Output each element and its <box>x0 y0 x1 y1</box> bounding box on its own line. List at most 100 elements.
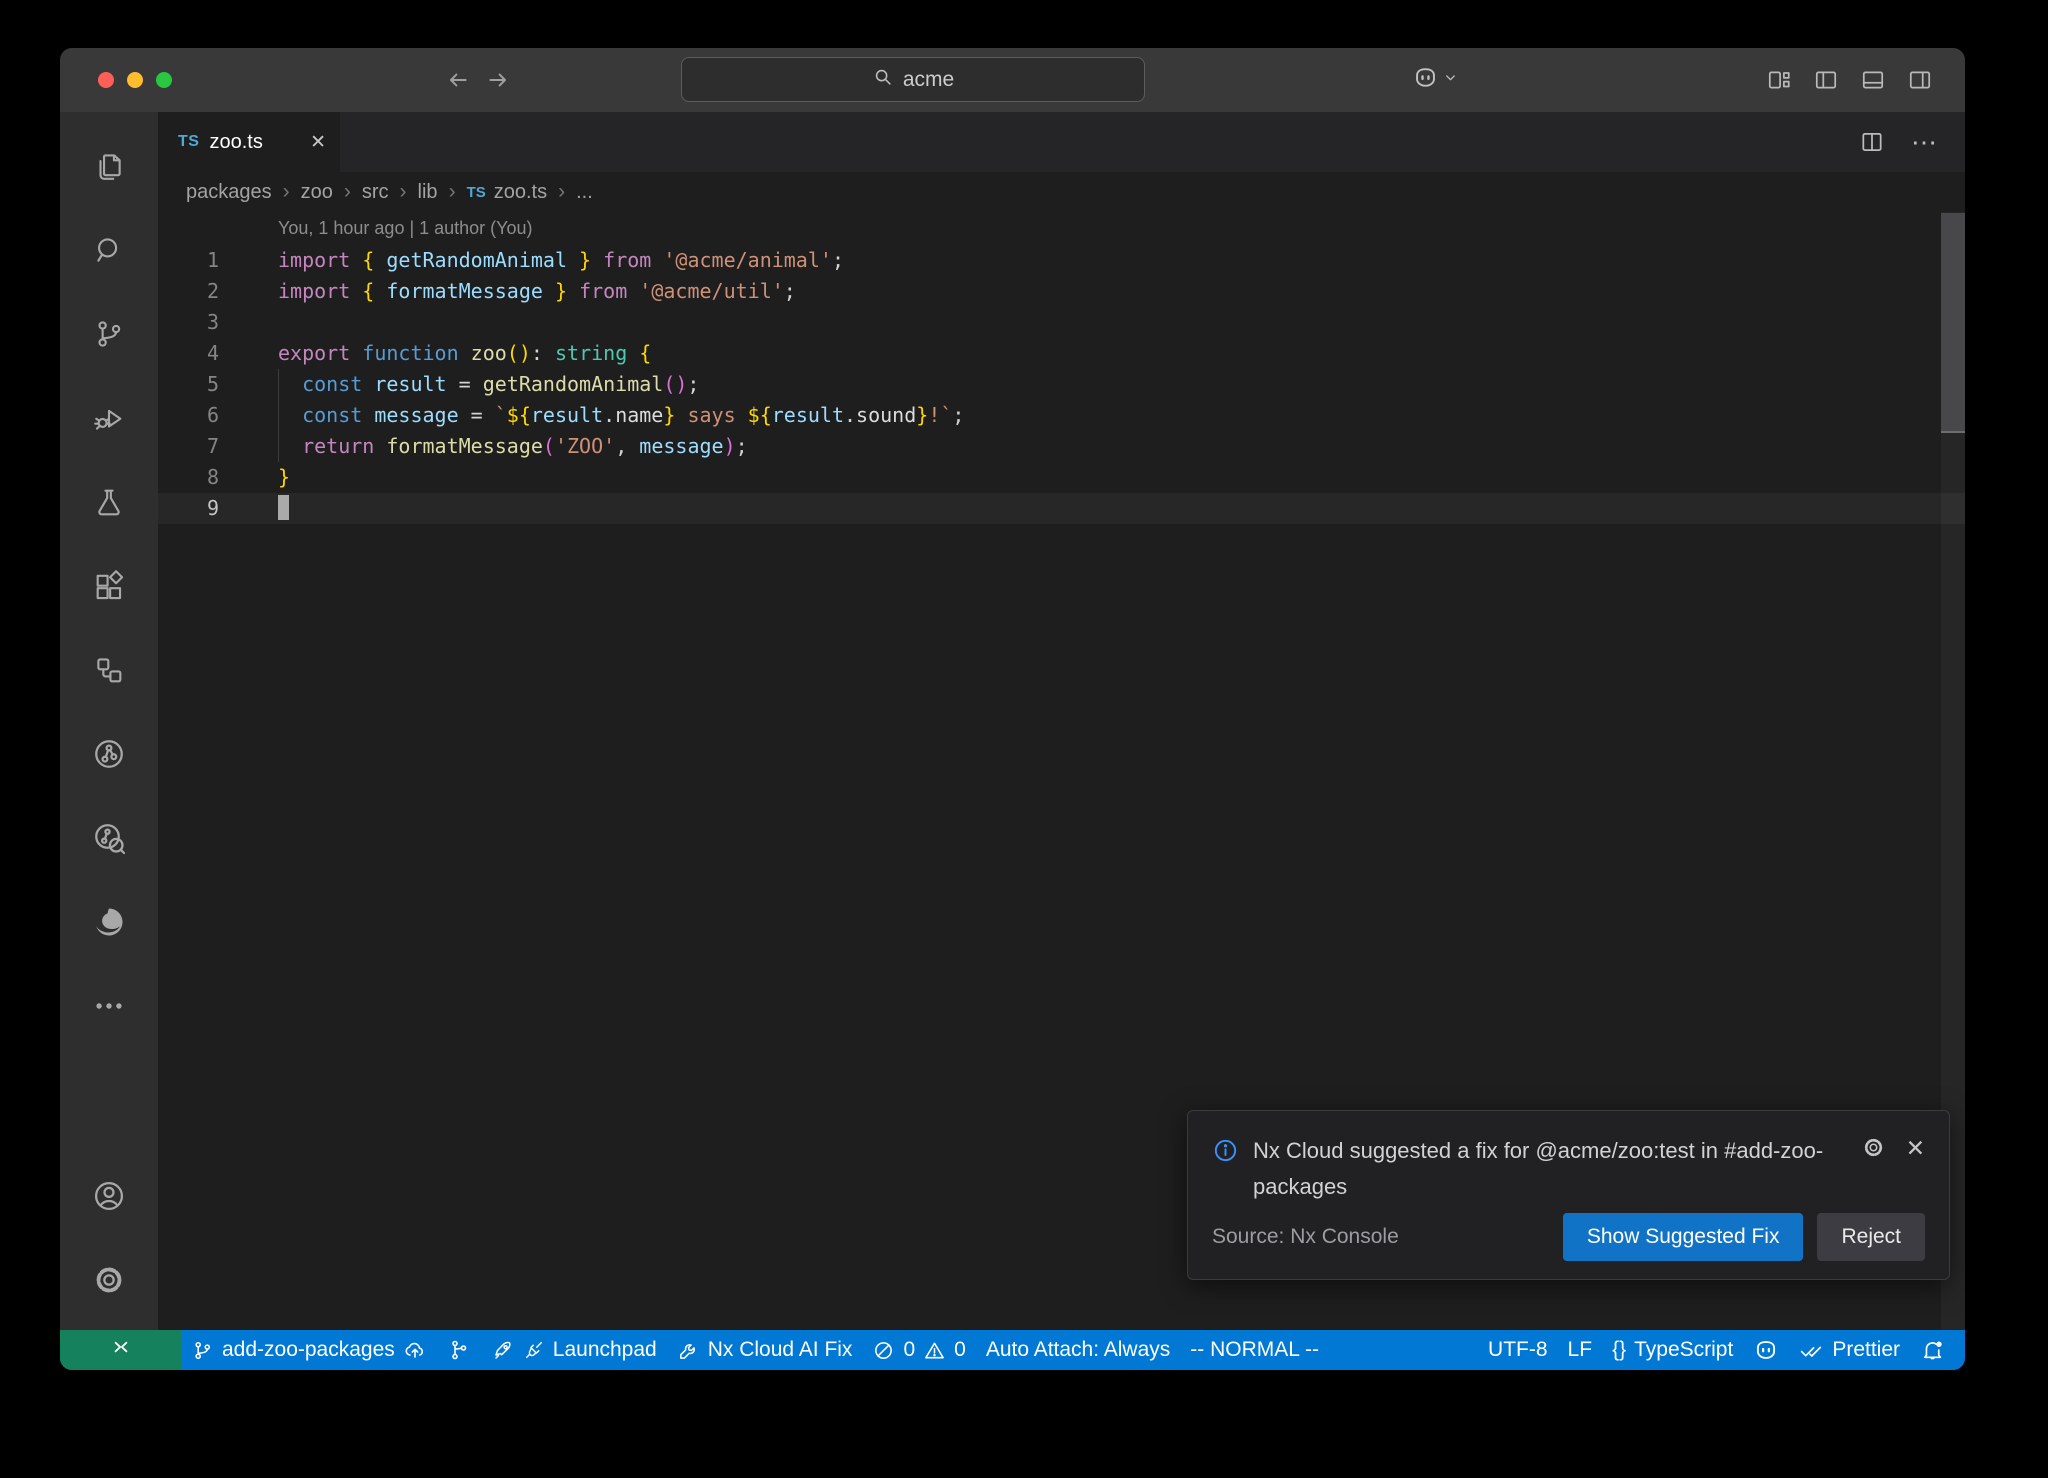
sidebar-item-source-control[interactable] <box>60 294 158 378</box>
launchpad-status[interactable]: Launchpad <box>481 1330 667 1370</box>
auto-attach-status[interactable]: Auto Attach: Always <box>976 1330 1180 1370</box>
sidebar-item-nx-cloud[interactable] <box>60 798 158 882</box>
tab-label: zoo.ts <box>209 131 262 154</box>
back-button[interactable] <box>445 67 471 93</box>
notification-close-icon[interactable]: ✕ <box>1906 1135 1925 1162</box>
sidebar-item-run-debug[interactable] <box>60 378 158 462</box>
git-graph-icon <box>447 1338 471 1362</box>
line-number: 8 <box>158 462 219 493</box>
copilot-status[interactable] <box>1743 1330 1789 1370</box>
code-text <box>219 307 278 338</box>
flask-icon <box>92 485 126 524</box>
activity-bar <box>60 112 158 1330</box>
search-icon <box>872 66 894 94</box>
sidebar-item-more[interactable] <box>60 966 158 1050</box>
sidebar-item-edge-tools[interactable] <box>60 882 158 966</box>
warnings-count: 0 <box>954 1338 966 1362</box>
scrollbar-slider[interactable] <box>1941 213 1965 433</box>
line-number: 9 <box>158 493 219 524</box>
tab-bar: TS zoo.ts ✕ ⋯ <box>158 112 1965 172</box>
errors-count: 0 <box>903 1338 915 1362</box>
forward-button[interactable] <box>485 67 511 93</box>
notification-settings-icon[interactable] <box>1861 1135 1886 1160</box>
copilot-icon <box>1753 1337 1779 1363</box>
code-line: 6 const message = `${result.name} says $… <box>158 400 1965 431</box>
toggle-panel-icon[interactable] <box>1860 67 1886 93</box>
publish-cloud-icon <box>403 1338 427 1362</box>
source-control-graph-status[interactable] <box>437 1330 481 1370</box>
breadcrumb-separator-icon: › <box>449 180 456 204</box>
reject-button[interactable]: Reject <box>1817 1213 1925 1261</box>
copilot-menu[interactable] <box>1412 64 1458 96</box>
git-branch-status[interactable]: add-zoo-packages <box>181 1330 437 1370</box>
sidebar-item-nx-projects[interactable] <box>60 630 158 714</box>
eol-label: LF <box>1568 1338 1593 1362</box>
code-line: 3 <box>158 307 1965 338</box>
sidebar-item-extensions[interactable] <box>60 546 158 630</box>
breadcrumb-item-src[interactable]: src <box>362 181 389 204</box>
code-text: } <box>219 462 290 493</box>
breadcrumb-item-packages[interactable]: packages <box>186 181 272 204</box>
breadcrumb-item-file[interactable]: zoo.ts <box>494 181 547 204</box>
minimize-button[interactable] <box>127 72 143 88</box>
double-check-icon <box>1799 1338 1824 1363</box>
zoom-button[interactable] <box>156 72 172 88</box>
notification-message: Nx Cloud suggested a fix for @acme/zoo:t… <box>1253 1133 1847 1206</box>
close-button[interactable] <box>98 72 114 88</box>
breadcrumb-separator-icon: › <box>400 180 407 204</box>
toggle-secondary-sidebar-icon[interactable] <box>1907 67 1933 93</box>
screenshot: acme <box>0 0 2048 1478</box>
tab-zoo-ts[interactable]: TS zoo.ts ✕ <box>158 112 340 172</box>
sidebar-item-testing[interactable] <box>60 462 158 546</box>
tab-close-icon[interactable]: ✕ <box>310 131 326 154</box>
auto-attach-label: Auto Attach: Always <box>986 1338 1170 1362</box>
language-mode-status[interactable]: {} TypeScript <box>1602 1330 1743 1370</box>
copilot-icon <box>1412 64 1439 96</box>
vim-mode-status[interactable]: -- NORMAL -- <box>1180 1330 1329 1370</box>
account-button[interactable] <box>60 1156 158 1240</box>
split-editor-icon[interactable] <box>1859 129 1885 155</box>
customize-layout-icon[interactable] <box>1766 67 1792 93</box>
ellipsis-icon <box>92 989 126 1028</box>
code-text: export function zoo(): string { <box>219 338 651 369</box>
breadcrumb-item-lib[interactable]: lib <box>418 181 438 204</box>
show-suggested-fix-button[interactable]: Show Suggested Fix <box>1563 1213 1804 1261</box>
line-number: 6 <box>158 400 219 431</box>
breadcrumb: packages › zoo › src › lib › TS zoo.ts ›… <box>158 172 1965 212</box>
notifications-bell[interactable] <box>1910 1330 1955 1370</box>
problems-status[interactable]: 0 0 <box>862 1330 975 1370</box>
toggle-primary-sidebar-icon[interactable] <box>1813 67 1839 93</box>
line-number: 2 <box>158 276 219 307</box>
settings-button[interactable] <box>60 1240 158 1324</box>
remote-indicator[interactable] <box>60 1330 181 1370</box>
circle-graph-icon <box>91 736 127 777</box>
line-number: 7 <box>158 431 219 462</box>
nx-cloud-ai-fix-status[interactable]: Nx Cloud AI Fix <box>667 1330 863 1370</box>
formatter-status[interactable]: Prettier <box>1789 1330 1910 1370</box>
search-icon <box>92 233 126 272</box>
eol-status[interactable]: LF <box>1558 1330 1603 1370</box>
breadcrumb-item-zoo[interactable]: zoo <box>301 181 333 204</box>
line-number: 5 <box>158 369 219 400</box>
more-actions-icon[interactable]: ⋯ <box>1911 127 1937 158</box>
sidebar-item-nx-console[interactable] <box>60 714 158 798</box>
code-line: 7 return formatMessage('ZOO', message); <box>158 431 1965 462</box>
status-bar: add-zoo-packages Launchpad <box>60 1330 1965 1370</box>
gitlens-codelens[interactable]: You, 1 hour ago | 1 author (You) <box>158 212 1965 245</box>
branch-name: add-zoo-packages <box>222 1338 395 1362</box>
edge-browser-icon <box>91 904 127 945</box>
encoding-status[interactable]: UTF-8 <box>1478 1330 1558 1370</box>
sidebar-item-explorer[interactable] <box>60 126 158 210</box>
formatter-label: Prettier <box>1832 1338 1900 1362</box>
breadcrumb-item-symbol[interactable]: ... <box>576 181 593 204</box>
code-line: 1import { getRandomAnimal } from '@acme/… <box>158 245 1965 276</box>
notification-source: Source: Nx Console <box>1212 1225 1399 1249</box>
code-text: return formatMessage('ZOO', message); <box>219 431 748 462</box>
editor-group: TS zoo.ts ✕ ⋯ packages › zoo › <box>158 112 1965 1330</box>
breadcrumb-separator-icon: › <box>558 180 565 204</box>
info-icon <box>1212 1133 1239 1206</box>
nx-fix-label: Nx Cloud AI Fix <box>708 1338 853 1362</box>
notification-toast: Nx Cloud suggested a fix for @acme/zoo:t… <box>1187 1110 1950 1280</box>
sidebar-item-search[interactable] <box>60 210 158 294</box>
command-center-search[interactable]: acme <box>681 57 1145 102</box>
